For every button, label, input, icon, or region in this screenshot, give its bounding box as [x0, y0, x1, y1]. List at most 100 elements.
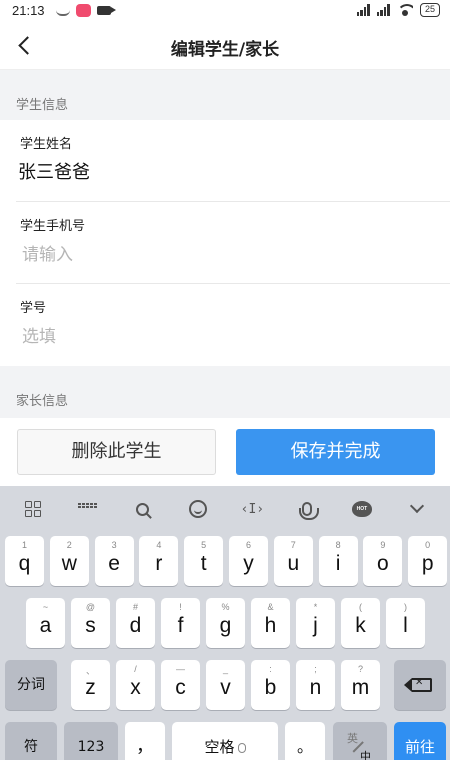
key-hint: —: [176, 664, 185, 674]
backspace-key[interactable]: [394, 660, 446, 710]
key-hint: *: [313, 602, 318, 612]
key-t[interactable]: 5t: [184, 536, 224, 586]
key-label: e: [108, 552, 120, 575]
action-bar: 删除此学生 保存并完成: [0, 418, 450, 486]
key-v[interactable]: _ v: [206, 660, 245, 710]
key-label: u: [287, 552, 300, 575]
language-switch-key[interactable]: 英 中: [333, 722, 387, 760]
mic-icon: [237, 742, 246, 753]
key-hint: %: [221, 602, 230, 612]
key-hint: ): [404, 602, 407, 612]
field-label: 学生手机号: [20, 219, 86, 234]
key-hint: /: [134, 664, 137, 674]
save-and-finish-button[interactable]: 保存并完成: [236, 429, 435, 475]
key-label: k: [355, 614, 366, 637]
period-key[interactable]: 。: [285, 722, 325, 760]
cursor-icon[interactable]: ‹I›: [240, 497, 264, 521]
key-hint: 0: [425, 540, 431, 550]
key-d[interactable]: # d: [116, 598, 155, 648]
student-phone-field[interactable]: 学生手机号 请输入: [16, 202, 450, 284]
key-q[interactable]: 1q: [5, 536, 44, 586]
key-label: v: [220, 676, 231, 699]
key-label: z: [85, 676, 96, 699]
key-hint: #: [132, 602, 138, 612]
key-hint: 9: [380, 540, 386, 550]
key-n[interactable]: ; n: [296, 660, 335, 710]
key-r[interactable]: 4r: [139, 536, 179, 586]
key-o[interactable]: 9o: [363, 536, 403, 586]
key-f[interactable]: ! f: [161, 598, 200, 648]
key-e[interactable]: 3e: [94, 536, 134, 586]
key-label: i: [335, 552, 341, 575]
key-y[interactable]: 6y: [229, 536, 268, 586]
student-section-header: 学生信息: [0, 70, 450, 120]
key-hint: 7: [290, 540, 296, 550]
key-i[interactable]: 8i: [318, 536, 358, 586]
numbers-key[interactable]: 123: [64, 722, 118, 760]
key-label: t: [200, 552, 207, 575]
key-z[interactable]: 、 z: [71, 660, 110, 710]
hot-icon[interactable]: HOT: [350, 497, 374, 521]
student-name-value[interactable]: 张三爸爸: [18, 158, 90, 184]
segment-key[interactable]: 分词: [5, 660, 57, 710]
key-hint: 8: [335, 540, 341, 550]
status-bar: 21:13 25: [0, 0, 450, 22]
status-time: 21:13: [12, 3, 45, 18]
key-label: h: [264, 614, 277, 637]
key-w[interactable]: 2w: [49, 536, 89, 586]
key-label: w: [61, 552, 77, 575]
key-u[interactable]: 7u: [273, 536, 313, 586]
student-id-input[interactable]: 选填: [22, 322, 56, 347]
search-icon[interactable]: [131, 497, 155, 521]
emoji-icon[interactable]: [186, 497, 210, 521]
key-s[interactable]: @ s: [71, 598, 110, 648]
key-label: g: [219, 614, 232, 637]
key-p[interactable]: 0p: [408, 536, 448, 586]
key-hint: :: [269, 664, 272, 674]
signal-icon: [356, 4, 370, 16]
video-recording-icon: [97, 6, 116, 15]
wifi-icon: [396, 4, 413, 16]
app-notification-icon: [76, 4, 91, 17]
key-k[interactable]: (k: [341, 598, 380, 648]
lang-en-label: 英: [347, 732, 358, 745]
key-hint: ~: [42, 602, 49, 612]
key-b[interactable]: :b: [251, 660, 290, 710]
key-label: d: [129, 614, 142, 637]
keyboard-icon[interactable]: [76, 497, 100, 521]
key-l[interactable]: ) l: [386, 598, 425, 648]
comma-key[interactable]: ，: [125, 722, 165, 760]
key-x[interactable]: / x: [116, 660, 155, 710]
key-c[interactable]: — c: [161, 660, 200, 710]
key-label: l: [403, 614, 408, 637]
grid-icon[interactable]: [21, 497, 45, 521]
space-key[interactable]: 空格: [172, 722, 278, 760]
key-hint: (: [359, 602, 362, 612]
key-hint: 6: [245, 540, 251, 550]
key-g[interactable]: % g: [206, 598, 245, 648]
student-id-field[interactable]: 学号 选填: [16, 284, 450, 366]
key-label: c: [175, 676, 186, 699]
key-label: r: [155, 552, 163, 575]
key-j[interactable]: * j: [296, 598, 335, 648]
field-label: 学生姓名: [20, 137, 73, 152]
key-hint: &: [267, 602, 274, 612]
go-key[interactable]: 前往: [394, 722, 446, 760]
student-name-field[interactable]: 学生姓名 张三爸爸: [16, 120, 450, 202]
student-form: 学生姓名 张三爸爸 学生手机号 请输入 学号 选填: [0, 120, 450, 366]
symbols-key[interactable]: 符: [5, 722, 57, 760]
student-phone-input[interactable]: 请输入: [22, 240, 73, 265]
collapse-keyboard-icon[interactable]: [405, 497, 429, 521]
system-icons: 25: [356, 3, 440, 17]
key-label: m: [351, 676, 370, 699]
key-h[interactable]: & h: [251, 598, 290, 648]
key-a[interactable]: ~ a: [26, 598, 65, 648]
lang-zh-label: 中: [360, 750, 371, 760]
delete-student-button[interactable]: 删除此学生: [17, 429, 216, 475]
key-label: j: [313, 614, 318, 637]
key-hint: !: [179, 602, 182, 612]
voice-icon[interactable]: [295, 497, 320, 521]
key-label: s: [85, 614, 96, 637]
key-hint: @: [85, 602, 96, 612]
key-m[interactable]: ? m: [341, 660, 380, 710]
